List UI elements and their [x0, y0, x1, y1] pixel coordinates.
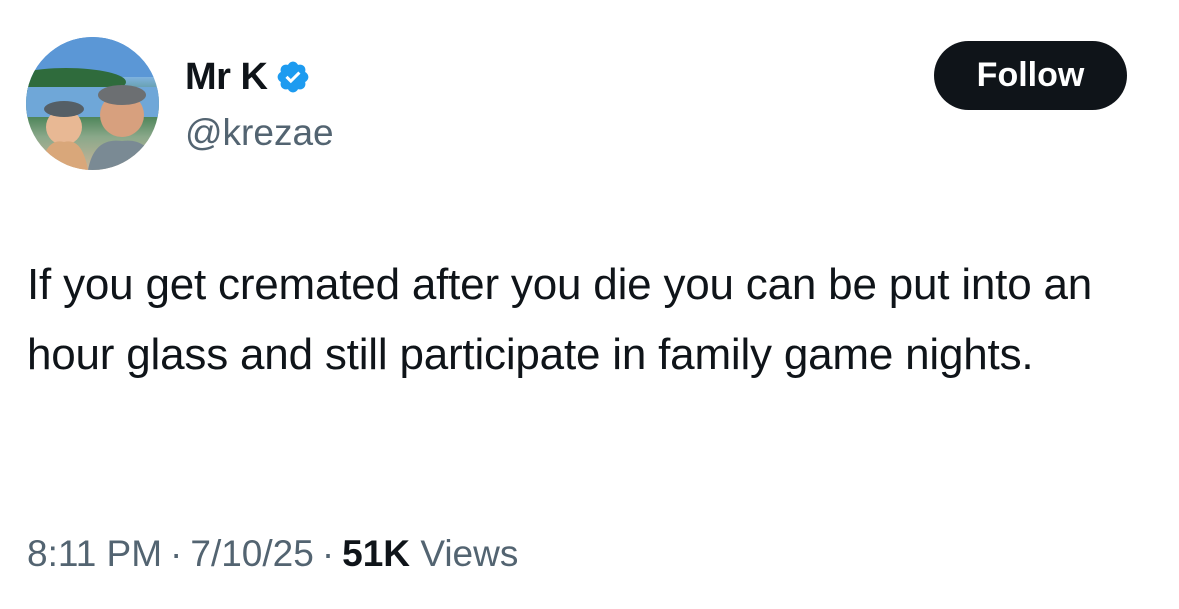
meta-separator: · — [321, 533, 335, 574]
meta-separator: · — [170, 533, 183, 574]
author-name-row: Mr K — [185, 55, 311, 99]
avatar[interactable] — [26, 37, 159, 170]
author-handle[interactable]: @krezae — [185, 112, 334, 154]
follow-button[interactable]: Follow — [934, 41, 1127, 110]
verified-badge-icon — [275, 59, 311, 95]
tweet-text: If you get cremated after you die you ca… — [27, 260, 1093, 379]
views-count: 51K — [342, 533, 411, 574]
tweet-time[interactable]: 8:11 PM — [27, 533, 162, 574]
tweet-date[interactable]: 7/10/25 — [190, 533, 313, 574]
views-label: Views — [420, 533, 519, 574]
tweet-meta: 8:11 PM · 7/10/25 · 51K Views — [27, 533, 518, 575]
avatar-photo — [26, 37, 159, 170]
display-name[interactable]: Mr K — [185, 56, 268, 99]
